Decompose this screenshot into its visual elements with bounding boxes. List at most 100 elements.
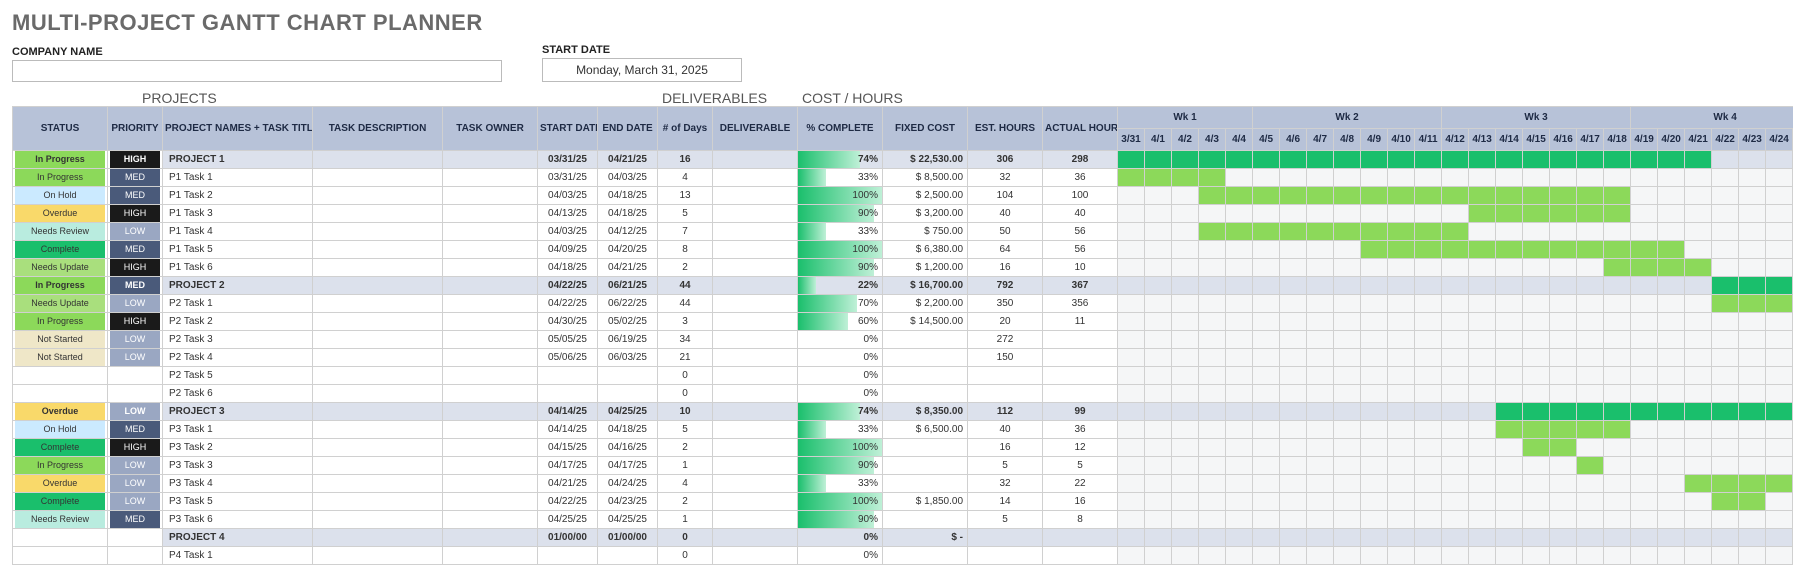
cell-act[interactable]: 8 [1043,511,1118,529]
cell-est[interactable]: 16 [968,439,1043,457]
cell-pct[interactable]: 0% [798,331,883,349]
cell-deliverable[interactable] [713,151,798,169]
cell-desc[interactable] [313,385,443,403]
cell-pct[interactable]: 100% [798,241,883,259]
cell-days[interactable]: 2 [658,259,713,277]
priority-badge[interactable]: LOW [110,403,160,420]
task-name[interactable]: P3 Task 1 [163,421,313,439]
cell-deliverable[interactable] [713,475,798,493]
col-header-act[interactable]: ACTUAL HOURS [1043,107,1118,151]
col-header-edate[interactable]: END DATE [598,107,658,151]
priority-badge[interactable]: LOW [110,349,160,366]
cell-edate[interactable]: 04/24/25 [598,475,658,493]
cell-owner[interactable] [443,547,538,565]
cell-deliverable[interactable] [713,511,798,529]
cell-desc[interactable] [313,169,443,187]
cell-est[interactable]: 112 [968,403,1043,421]
cell-desc[interactable] [313,223,443,241]
status-badge[interactable]: In Progress [15,277,105,294]
cell-desc[interactable] [313,511,443,529]
task-row[interactable]: P2 Task 600% [13,385,1793,403]
task-name[interactable]: P3 Task 5 [163,493,313,511]
cell-act[interactable]: 11 [1043,313,1118,331]
task-name[interactable]: P2 Task 5 [163,367,313,385]
cell-pct[interactable]: 33% [798,475,883,493]
cell-est[interactable]: 20 [968,313,1043,331]
cell-act[interactable]: 12 [1043,439,1118,457]
cell-owner[interactable] [443,259,538,277]
cell-act[interactable] [1043,367,1118,385]
cell-act[interactable] [1043,529,1118,547]
cell-edate[interactable]: 04/25/25 [598,511,658,529]
task-name[interactable]: P2 Task 4 [163,349,313,367]
task-name[interactable]: P1 Task 5 [163,241,313,259]
cell-owner[interactable] [443,241,538,259]
cell-pct[interactable]: 100% [798,493,883,511]
cell-days[interactable]: 0 [658,367,713,385]
task-name[interactable]: PROJECT 1 [163,151,313,169]
task-name[interactable]: P2 Task 2 [163,313,313,331]
status-badge[interactable]: Overdue [15,403,105,420]
cell-pct[interactable]: 33% [798,169,883,187]
cell-fixed[interactable] [883,475,968,493]
priority-badge[interactable]: HIGH [110,313,160,330]
cell-sdate[interactable]: 04/22/25 [538,493,598,511]
cell-pct[interactable]: 60% [798,313,883,331]
status-badge[interactable]: Needs Review [15,223,105,240]
cell-days[interactable]: 3 [658,313,713,331]
task-row[interactable]: CompleteMEDP1 Task 504/09/2504/20/258100… [13,241,1793,259]
cell-owner[interactable] [443,421,538,439]
task-name[interactable]: P1 Task 6 [163,259,313,277]
priority-badge[interactable]: HIGH [110,151,160,168]
cell-sdate[interactable] [538,547,598,565]
cell-act[interactable]: 367 [1043,277,1118,295]
cell-deliverable[interactable] [713,367,798,385]
cell-deliverable[interactable] [713,313,798,331]
cell-days[interactable]: 44 [658,277,713,295]
cell-est[interactable]: 5 [968,511,1043,529]
cell-owner[interactable] [443,349,538,367]
col-header-sdate[interactable]: START DATE [538,107,598,151]
priority-badge[interactable]: MED [110,187,160,204]
cell-est[interactable] [968,367,1043,385]
cell-days[interactable]: 2 [658,493,713,511]
cell-fixed[interactable]: $ 14,500.00 [883,313,968,331]
status-badge[interactable]: Overdue [15,475,105,492]
cell-est[interactable] [968,547,1043,565]
project-row[interactable]: In ProgressMEDPROJECT 204/22/2506/21/254… [13,277,1793,295]
cell-pct[interactable]: 33% [798,223,883,241]
task-row[interactable]: Needs UpdateLOWP2 Task 104/22/2506/22/25… [13,295,1793,313]
cell-est[interactable]: 272 [968,331,1043,349]
col-header-deliv[interactable]: DELIVERABLE [713,107,798,151]
cell-act[interactable]: 100 [1043,187,1118,205]
cell-pct[interactable]: 100% [798,187,883,205]
cell-desc[interactable] [313,457,443,475]
cell-desc[interactable] [313,151,443,169]
cell-fixed[interactable]: $ 6,500.00 [883,421,968,439]
cell-deliverable[interactable] [713,331,798,349]
cell-fixed[interactable]: $ - [883,529,968,547]
cell-edate[interactable]: 04/03/25 [598,169,658,187]
cell-deliverable[interactable] [713,421,798,439]
cell-edate[interactable] [598,367,658,385]
cell-act[interactable]: 36 [1043,421,1118,439]
task-row[interactable]: P2 Task 5 0 0% [13,367,1793,385]
cell-est[interactable]: 32 [968,169,1043,187]
cell-est[interactable]: 150 [968,349,1043,367]
cell-fixed[interactable] [883,547,968,565]
col-header-name[interactable]: PROJECT NAMES + TASK TITLE [163,107,313,151]
cell-pct[interactable]: 0% [798,367,883,385]
cell-fixed[interactable]: $ 22,530.00 [883,151,968,169]
cell-desc[interactable] [313,205,443,223]
cell-desc[interactable] [313,295,443,313]
cell-pct[interactable]: 100% [798,439,883,457]
cell-days[interactable]: 4 [658,169,713,187]
cell-owner[interactable] [443,295,538,313]
cell-pct[interactable]: 0% [798,547,883,565]
cell-deliverable[interactable] [713,349,798,367]
cell-sdate[interactable]: 04/09/25 [538,241,598,259]
cell-days[interactable]: 1 [658,457,713,475]
cell-act[interactable]: 298 [1043,151,1118,169]
task-row[interactable]: CompleteLOWP3 Task 504/22/2504/23/252100… [13,493,1793,511]
cell-desc[interactable] [313,403,443,421]
